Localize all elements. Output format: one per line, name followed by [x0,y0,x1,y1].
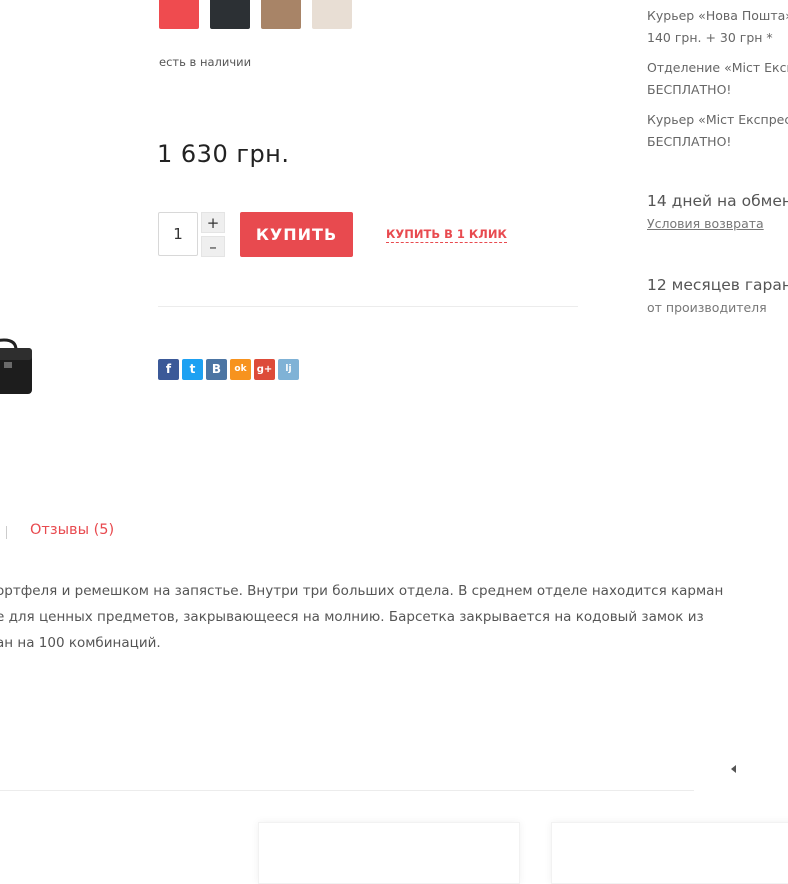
delivery-courier-mist-title: Курьер «Міст Експрес» [647,112,788,127]
stock-status: есть в наличии [159,55,252,69]
color-swatch-brown[interactable] [261,0,301,29]
quantity-input[interactable]: 1 [158,212,198,256]
description-line: ан на 100 комбинаций. [0,635,161,651]
vk-icon[interactable]: В [206,359,227,380]
buy-button[interactable]: КУПИТЬ [240,212,353,257]
return-conditions-link[interactable]: Условия возврата [647,216,764,231]
description-line: ортфеля и ремешком на запястье. Внутри т… [0,583,724,599]
quantity-decrease-button[interactable]: – [201,236,225,257]
delivery-courier-nova-price: 140 грн. + 30 грн * [647,30,773,45]
exchange-title: 14 дней на обмен [647,192,788,210]
tab-separator [6,526,7,539]
delivery-courier-mist-price: БЕСПЛАТНО! [647,134,732,149]
warranty-subtitle: от производителя [647,300,767,315]
divider [158,306,578,307]
related-product-card[interactable] [258,822,520,884]
description-line: е для ценных предметов, закрывающееся на… [0,609,704,625]
twitter-icon[interactable]: t [182,359,203,380]
color-swatch-beige[interactable] [312,0,352,29]
delivery-branch-mist-price: БЕСПЛАТНО! [647,82,732,97]
livejournal-icon[interactable]: lj [278,359,299,380]
color-swatch-red[interactable] [159,0,199,29]
tab-reviews[interactable]: Отзывы (5) [30,522,114,538]
facebook-icon[interactable]: f [158,359,179,380]
related-product-card[interactable] [551,822,788,884]
odnoklassniki-icon[interactable]: ok [230,359,251,380]
product-price: 1 630 грн. [157,140,290,168]
warranty-title: 12 месяцев гарантии [647,276,788,294]
carousel-prev-icon[interactable] [731,765,736,773]
delivery-courier-nova-title: Курьер «Нова Пошта» [647,8,788,23]
quantity-increase-button[interactable]: + [201,212,225,233]
buy-one-click-link[interactable]: КУПИТЬ В 1 КЛИК [386,227,507,243]
section-divider [0,790,694,791]
color-swatch-black[interactable] [210,0,250,29]
delivery-branch-mist-title: Отделение «Міст Експрес» [647,60,788,75]
googleplus-icon[interactable]: g+ [254,359,275,380]
product-description: ортфеля и ремешком на запястье. Внутри т… [0,578,723,656]
product-thumbnail[interactable] [0,336,32,398]
